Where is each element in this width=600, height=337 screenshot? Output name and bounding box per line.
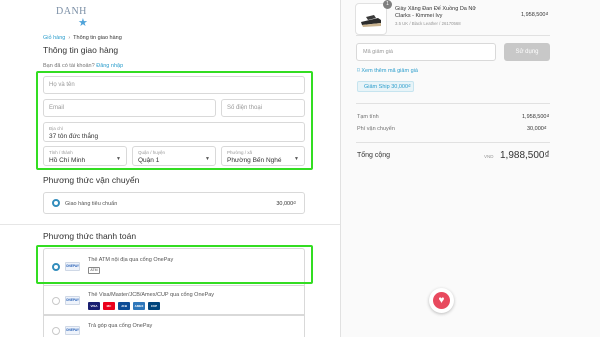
breadcrumb-current: Thông tin giao hàng <box>73 35 122 41</box>
account-prompt: Bạn đã có tài khoản? Đăng nhập <box>43 63 123 69</box>
apply-coupon-button[interactable]: Sử dụng <box>504 43 550 61</box>
heart-icon: ♥ <box>433 292 450 309</box>
section-divider <box>0 224 340 225</box>
summary-divider <box>356 142 550 143</box>
shipping-option[interactable]: Giao hàng tiêu chuẩn 30,000₫ <box>43 192 305 214</box>
more-coupons-text: Xem thêm mã giảm giá <box>361 68 418 74</box>
tag-icon: ⌑ <box>357 68 360 74</box>
highlight-box-payment-option <box>36 245 313 284</box>
highlight-box-address-form <box>36 71 313 170</box>
product-name-line2: Clarks - Kimmei Ivy <box>395 13 443 19</box>
payment-option-installment[interactable]: ONEPAY Trả góp qua cổng OnePay <box>43 315 305 337</box>
unionpay-card-icon: CUP <box>148 302 160 310</box>
product-variant: 3.5 UK / Black Leather / 26170568 <box>395 21 461 26</box>
payment-option-international-card[interactable]: ONEPAY Thẻ Visa/Master/JCB/Amex/CUP qua … <box>43 285 305 315</box>
quantity-badge: 1 <box>383 0 392 9</box>
radio-icon[interactable] <box>52 327 60 335</box>
payment-method-title: Phương thức thanh toán <box>43 231 137 241</box>
more-coupons-link[interactable]: ⌑ Xem thêm mã giảm giá <box>357 68 418 74</box>
shipping-fee-value: 30,000₫ <box>527 126 547 132</box>
chevron-right-icon: › <box>68 35 71 41</box>
coupon-tag-free-ship[interactable]: Giảm Ship 30,000₫ <box>357 81 414 92</box>
product-name-line1: Giày Xăng Đan Đế Xuồng Da Nữ <box>395 6 477 12</box>
summary-divider <box>356 35 550 36</box>
coupon-input[interactable]: Mã giảm giá <box>356 43 496 61</box>
product-price: 1,958,500₫ <box>521 12 549 18</box>
account-prompt-text: Bạn đã có tài khoản? <box>43 63 95 69</box>
mastercard-icon: MC <box>103 302 115 310</box>
coupon-placeholder: Mã giảm giá <box>363 49 393 55</box>
radio-icon[interactable] <box>52 297 60 305</box>
breadcrumb-cart-link[interactable]: Giỏ hàng <box>43 35 65 41</box>
sandal-icon <box>361 15 381 27</box>
radio-icon[interactable] <box>52 199 60 207</box>
wishlist-button[interactable]: ♥ <box>429 288 454 313</box>
shipping-option-label: Giao hàng tiêu chuẩn <box>65 201 118 207</box>
payment-option-label: Trả góp qua cổng OnePay <box>88 323 153 329</box>
payment-option-label: Thẻ Visa/Master/JCB/Amex/CUP qua cổng On… <box>88 292 215 298</box>
amex-card-icon: AMEX <box>133 302 145 310</box>
shipping-option-price: 30,000₫ <box>276 201 296 207</box>
shipping-fee-label: Phí vận chuyển <box>357 126 395 132</box>
checkout-main-panel: DANH ★ Giỏ hàng › Thông tin giao hàng Thôn… <box>0 0 340 337</box>
jcb-card-icon: JCB <box>118 302 130 310</box>
login-link[interactable]: Đăng nhập <box>96 63 123 69</box>
shipping-method-title: Phương thức vận chuyển <box>43 175 140 185</box>
breadcrumb: Giỏ hàng › Thông tin giao hàng <box>43 35 122 41</box>
star-logo-icon: ★ <box>78 17 88 29</box>
currency-label: VND <box>484 154 494 159</box>
summary-divider <box>356 103 550 104</box>
shipping-info-title: Thông tin giao hàng <box>43 45 119 55</box>
subtotal-label: Tạm tính <box>357 114 379 120</box>
visa-card-icon: VISA <box>88 302 100 310</box>
total-label: Tổng cộng <box>357 152 391 159</box>
total-value: 1,988,500₫ <box>500 150 550 161</box>
product-thumbnail <box>355 3 387 35</box>
subtotal-value: 1,958,500₫ <box>522 114 550 120</box>
brand-logo[interactable]: DANH ★ <box>56 4 96 34</box>
onepay-logo-icon: ONEPAY <box>65 296 80 305</box>
onepay-logo-icon: ONEPAY <box>65 326 80 335</box>
